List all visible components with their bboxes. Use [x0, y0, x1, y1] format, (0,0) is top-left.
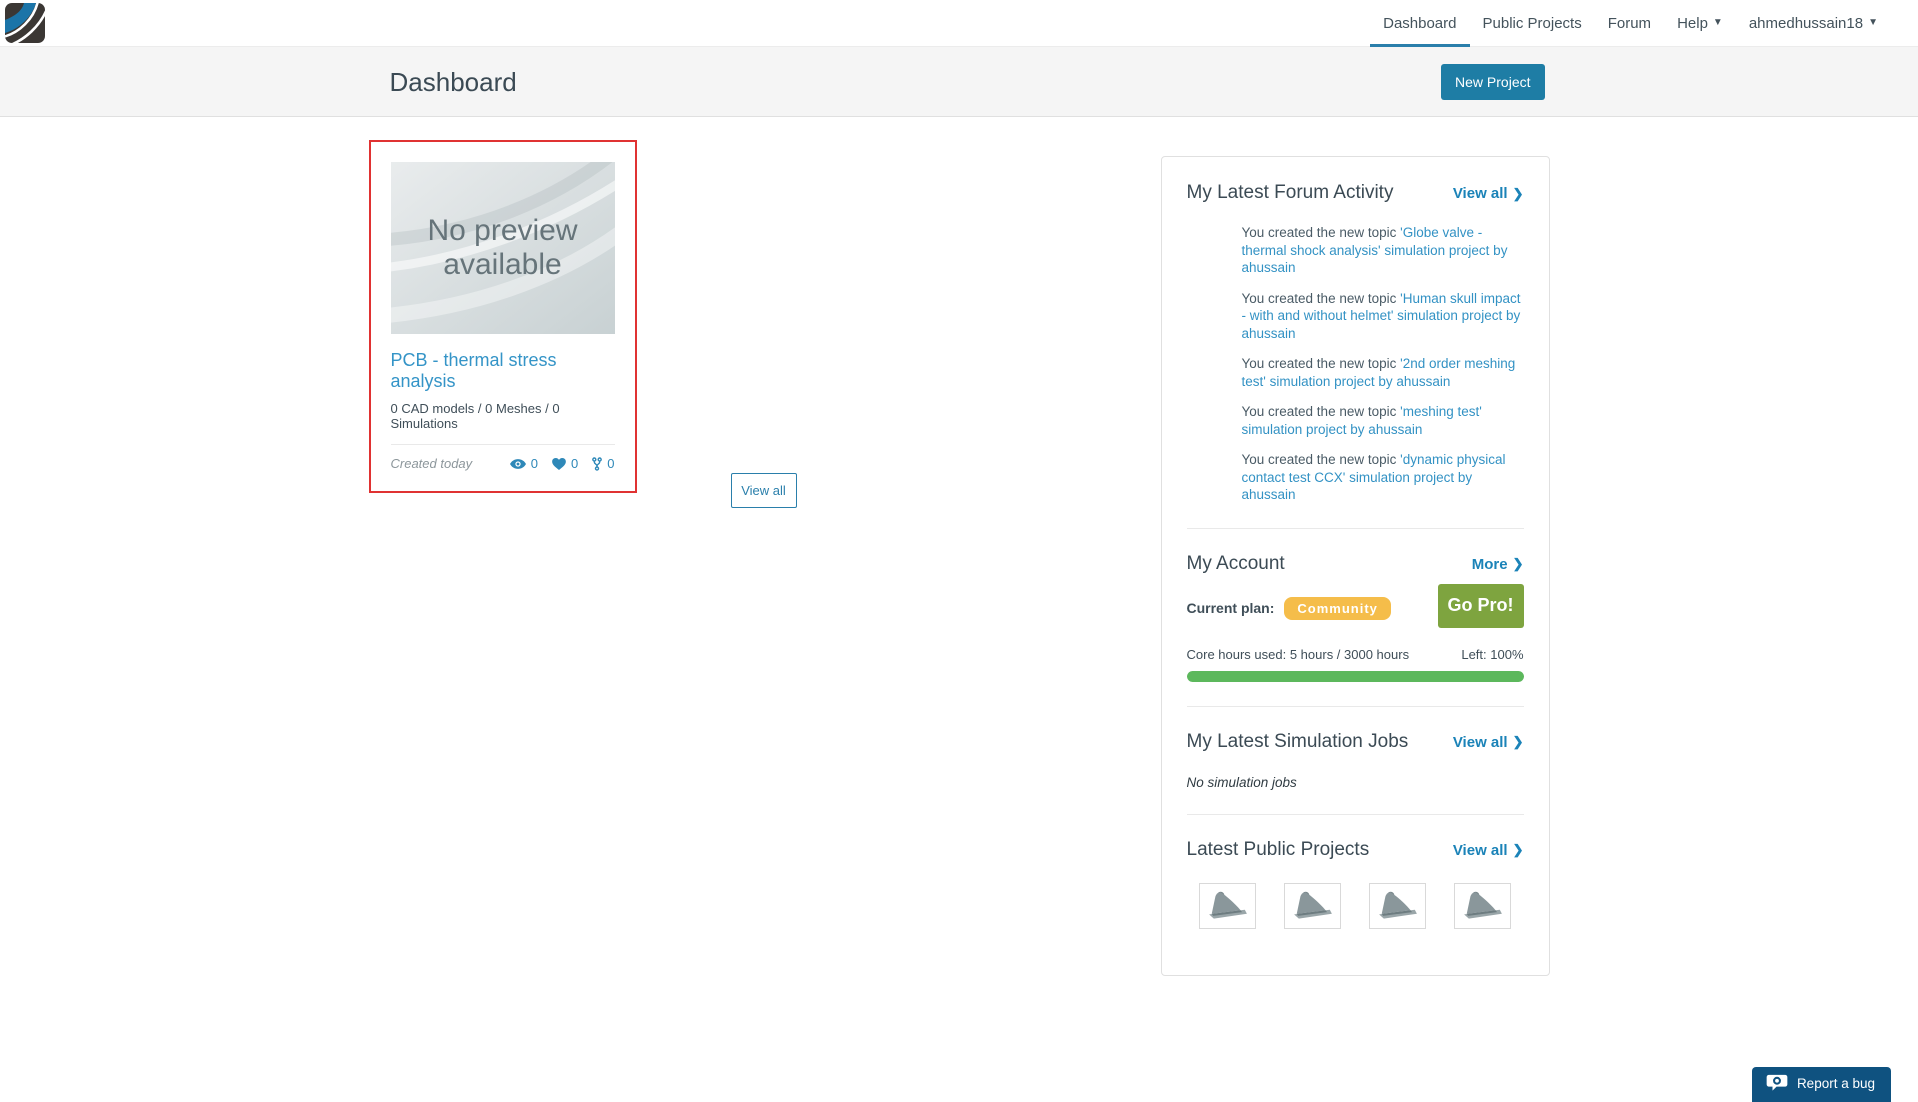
my-account-title: My Account	[1186, 552, 1285, 574]
cad-model-icon	[1293, 891, 1332, 919]
my-account-section: My Account More ❯ Current plan: Community…	[1186, 552, 1524, 682]
nav-forum[interactable]: Forum	[1595, 0, 1664, 47]
project-title-link[interactable]: PCB - thermal stress analysis	[391, 350, 615, 392]
nav-help-label: Help	[1677, 14, 1708, 32]
simulation-jobs-section: My Latest Simulation Jobs View all ❯ No s…	[1187, 731, 1524, 790]
cad-model-icon	[1463, 891, 1502, 919]
username-label: ahmedhussain18	[1748, 14, 1864, 32]
cad-model-icon	[1378, 891, 1417, 919]
page-header: Dashboard New Project	[0, 47, 1918, 117]
public-project-thumbnail[interactable]	[1454, 882, 1511, 929]
project-preview-placeholder: No preview available	[390, 162, 615, 334]
top-nav: Dashboard Public Projects Forum Help ▼ ah…	[1370, 0, 1891, 47]
report-a-bug-label: Report a bug	[1796, 1075, 1875, 1091]
forum-activity-list: You created the new topic 'Globe valve -…	[1242, 224, 1524, 504]
caret-down-icon: ▼	[1712, 17, 1723, 28]
forum-activity-title: My Latest Forum Activity	[1186, 182, 1394, 203]
forum-item-prefix: You created the new topic	[1241, 452, 1401, 467]
caret-down-icon: ▼	[1868, 17, 1878, 28]
created-date: Created today	[390, 456, 473, 471]
chevron-right-icon: ❯	[1512, 734, 1524, 749]
simulation-jobs-view-all-link[interactable]: View all ❯	[1453, 734, 1524, 751]
chevron-right-icon: ❯	[1512, 185, 1524, 201]
forum-item-prefix: You created the new topic	[1241, 404, 1401, 419]
likes-heart-icon	[552, 457, 566, 470]
core-hours-progress-track	[1186, 670, 1524, 682]
public-project-thumbnail[interactable]	[1369, 882, 1426, 929]
forum-activity-item: You created the new topic 'Human skull i…	[1242, 290, 1524, 343]
cad-model-icon	[1208, 891, 1247, 919]
page-title: Dashboard	[389, 66, 517, 97]
current-plan-label: Current plan:	[1186, 600, 1275, 616]
no-simulation-jobs-note: No simulation jobs	[1186, 774, 1297, 790]
core-hours-progress-fill	[1186, 670, 1524, 682]
project-metrics: 0 0 0	[509, 456, 615, 471]
public-project-thumbnail[interactable]	[1284, 882, 1341, 929]
nav-dashboard[interactable]: Dashboard	[1370, 0, 1470, 47]
public-project-thumbnail[interactable]	[1199, 882, 1256, 929]
forum-item-prefix: You created the new topic	[1241, 356, 1401, 371]
core-hours-row: Core hours used: 5 hours / 3000 hours Le…	[1187, 647, 1524, 662]
card-divider	[390, 444, 615, 445]
public-projects-section: Latest Public Projects View all ❯	[1187, 839, 1524, 929]
likes-count: 0	[571, 456, 579, 471]
project-card[interactable]: No preview available PCB - thermal stres…	[368, 140, 637, 493]
forum-activity-item: You created the new topic 'dynamic physi…	[1242, 451, 1524, 504]
project-card-footer: Created today 0 0 0	[391, 456, 615, 471]
forum-activity-item: You created the new topic 'meshing test'…	[1242, 403, 1524, 438]
view-all-projects-button[interactable]: View all	[730, 473, 797, 508]
no-preview-text: No preview available	[427, 214, 578, 281]
panel-divider	[1186, 527, 1524, 529]
simscale-logo-icon[interactable]	[5, 3, 45, 43]
top-bar: Dashboard Public Projects Forum Help ▼ ah…	[0, 0, 1918, 47]
core-hours-left-label: Left: 100%	[1461, 646, 1524, 662]
view-all-label: View all	[1452, 841, 1508, 859]
go-pro-button[interactable]: Go Pro!	[1437, 583, 1524, 628]
forum-activity-section: My Latest Forum Activity View all ❯ You c…	[1187, 182, 1524, 504]
views-eye-icon	[509, 458, 526, 469]
core-hours-used-label: Core hours used: 5 hours / 3000 hours	[1186, 646, 1410, 662]
panel-divider	[1186, 813, 1524, 815]
views-count: 0	[530, 456, 539, 471]
forks-count: 0	[607, 456, 615, 471]
forum-item-prefix: You created the new topic	[1241, 290, 1401, 306]
bug-camera-icon	[1766, 1074, 1788, 1092]
public-project-thumbnails	[1187, 882, 1524, 929]
panel-divider	[1186, 705, 1524, 707]
report-a-bug-button[interactable]: Report a bug	[1751, 1067, 1891, 1102]
view-all-label: View all	[1452, 185, 1508, 202]
project-stats: 0 CAD models / 0 Meshes / 0 Simulations	[390, 401, 560, 431]
forum-item-prefix: You created the new topic	[1241, 225, 1401, 240]
public-projects-view-all-link[interactable]: View all ❯	[1453, 842, 1524, 859]
new-project-button[interactable]: New Project	[1441, 64, 1545, 100]
dashboard-side-panel: My Latest Forum Activity View all ❯ You c…	[1160, 156, 1550, 976]
nav-help[interactable]: Help ▼	[1664, 0, 1736, 47]
forum-activity-view-all-link[interactable]: View all ❯	[1453, 185, 1524, 202]
chevron-right-icon: ❯	[1512, 556, 1524, 571]
simulation-jobs-title: My Latest Simulation Jobs	[1186, 730, 1409, 752]
forum-activity-item: You created the new topic 'Globe valve -…	[1242, 224, 1524, 277]
account-more-link[interactable]: More ❯	[1472, 556, 1524, 573]
forum-activity-item: You created the new topic '2nd order mes…	[1242, 355, 1524, 390]
plan-badge: Community	[1284, 596, 1391, 620]
nav-user-menu[interactable]: ahmedhussain18 ▼	[1736, 0, 1891, 47]
forks-icon	[592, 456, 603, 471]
main-content: No preview available PCB - thermal stres…	[0, 117, 1918, 1102]
public-projects-title: Latest Public Projects	[1186, 838, 1370, 860]
nav-public-projects[interactable]: Public Projects	[1470, 0, 1595, 47]
chevron-right-icon: ❯	[1512, 842, 1524, 857]
view-all-label: View all	[1452, 733, 1508, 751]
more-label: More	[1471, 555, 1508, 573]
